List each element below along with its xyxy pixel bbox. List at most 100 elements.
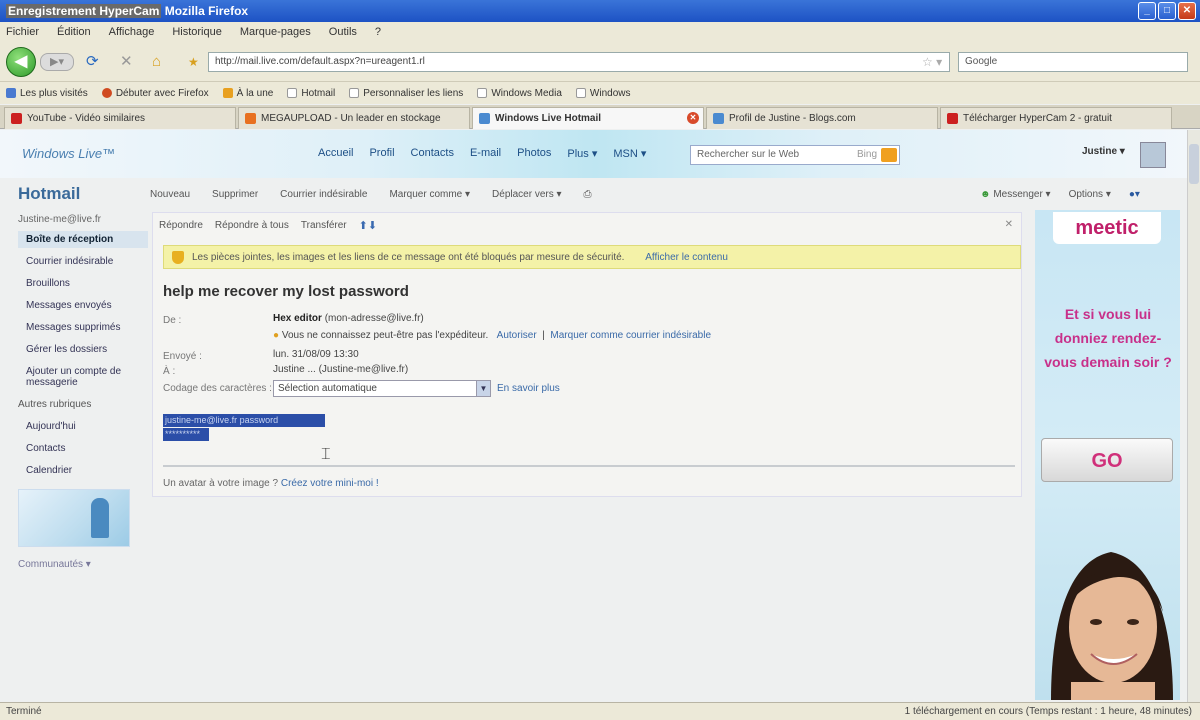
show-content-link[interactable]: Afficher le contenu xyxy=(645,252,728,263)
bookmark-item[interactable]: Windows xyxy=(575,87,630,99)
reload-icon[interactable]: ⟳ xyxy=(86,54,99,70)
bookmark-item[interactable]: Windows Media xyxy=(477,87,562,99)
allow-sender-link[interactable]: Autoriser xyxy=(497,330,537,341)
nav-more[interactable]: Plus ▾ xyxy=(567,147,597,160)
menu-help[interactable]: ? xyxy=(375,26,381,38)
download-status[interactable]: 1 téléchargement en cours (Temps restant… xyxy=(905,706,1192,717)
text-cursor-icon: ⌶ xyxy=(321,446,331,463)
search-icon[interactable] xyxy=(881,148,897,162)
tab-hotmail[interactable]: Windows Live Hotmail ✕ xyxy=(472,107,704,129)
folder-deleted[interactable]: Messages supprimés xyxy=(18,319,148,336)
folder-sent[interactable]: Messages envoyés xyxy=(18,297,148,314)
bookmark-item[interactable]: Les plus visités xyxy=(6,87,88,99)
home-icon[interactable]: ⌂ xyxy=(152,54,161,70)
tab-profile[interactable]: Profil de Justine - Blogs.com xyxy=(706,107,938,129)
tab-hypercam[interactable]: Télécharger HyperCam 2 - gratuit xyxy=(940,107,1172,129)
message-subject: help me recover my lost password xyxy=(163,283,409,300)
web-search-input[interactable]: Rechercher sur le Web Bing xyxy=(690,145,900,165)
sidebar-item-contacts[interactable]: Contacts xyxy=(18,440,148,457)
manage-folders-link[interactable]: Gérer les dossiers xyxy=(18,341,148,358)
add-account-link[interactable]: Ajouter un compte de messagerie xyxy=(18,363,148,391)
junk-button[interactable]: Courrier indésirable xyxy=(280,189,367,200)
stop-icon[interactable]: ✕ xyxy=(120,54,133,70)
promo-image[interactable] xyxy=(18,489,130,547)
new-button[interactable]: Nouveau xyxy=(150,189,190,200)
warning-icon: ● xyxy=(273,330,280,341)
prev-next-icon[interactable]: ⬆⬇ xyxy=(359,219,377,232)
avatar[interactable] xyxy=(1140,142,1166,168)
nav-profile[interactable]: Profil xyxy=(369,147,394,160)
forward-icon[interactable]: ▶▾ xyxy=(40,53,74,71)
mark-as-button[interactable]: Marquer comme ▾ xyxy=(389,189,470,200)
encoding-select[interactable]: Sélection automatique ▼ xyxy=(273,380,491,397)
folder-junk[interactable]: Courrier indésirable xyxy=(18,253,148,270)
to-label: À : xyxy=(163,366,176,377)
minimize-icon[interactable]: _ xyxy=(1138,2,1156,20)
vertical-scrollbar[interactable] xyxy=(1187,130,1200,702)
delete-button[interactable]: Supprimer xyxy=(212,189,258,200)
message-body-line[interactable]: justine-me@live.fr password xyxy=(163,414,325,427)
options-button[interactable]: Options ▾ xyxy=(1069,189,1111,200)
window-title: Enregistrement HyperCam Mozilla Firefox xyxy=(6,4,248,18)
scrollbar-thumb[interactable] xyxy=(1189,144,1199,184)
print-icon[interactable]: ⎙ xyxy=(584,189,592,200)
promo-figure xyxy=(91,498,109,538)
back-icon[interactable]: ◀ xyxy=(6,47,36,77)
create-avatar-link[interactable]: Créez votre mini-moi ! xyxy=(281,478,379,489)
bookmark-star-icon[interactable]: ☆ ▾ xyxy=(922,55,942,69)
windows-live-logo[interactable]: Windows Live™ xyxy=(22,146,115,161)
help-icon[interactable]: ●▾ xyxy=(1129,189,1140,200)
mark-junk-link[interactable]: Marquer comme courrier indésirable xyxy=(550,330,711,341)
folder-inbox[interactable]: Boîte de réception xyxy=(18,231,148,248)
tab-megaupload[interactable]: MEGAUPLOAD - Un leader en stockage xyxy=(238,107,470,129)
chevron-down-icon[interactable]: ▼ xyxy=(476,381,490,396)
user-menu[interactable]: Justine ▾ xyxy=(1080,142,1166,168)
sender: Hex editor (mon-adresse@live.fr) xyxy=(273,313,424,324)
close-tab-icon[interactable]: ✕ xyxy=(687,112,699,124)
folder-drafts[interactable]: Brouillons xyxy=(18,275,148,292)
encoding-label: Codage des caractères : xyxy=(163,383,272,394)
reply-all-button[interactable]: Répondre à tous xyxy=(215,220,289,231)
communities-link[interactable]: Communautés ▾ xyxy=(18,559,148,570)
sidebar-item-calendar[interactable]: Calendrier xyxy=(18,462,148,479)
menu-view[interactable]: Affichage xyxy=(109,26,155,38)
learn-more-link[interactable]: En savoir plus xyxy=(497,383,560,394)
forward-button[interactable]: Transférer xyxy=(301,220,347,231)
reply-button[interactable]: Répondre xyxy=(159,220,203,231)
close-message-icon[interactable]: ✕ xyxy=(1005,219,1013,230)
message-body-line[interactable]: ********** xyxy=(163,428,209,441)
move-to-button[interactable]: Déplacer vers ▾ xyxy=(492,189,562,200)
site-identity-icon[interactable]: ★ xyxy=(188,54,199,70)
account-name[interactable]: Justine-me@live.fr xyxy=(18,214,148,225)
menu-history[interactable]: Historique xyxy=(172,26,222,38)
maximize-icon[interactable]: □ xyxy=(1158,2,1176,20)
window-titlebar: Enregistrement HyperCam Mozilla Firefox … xyxy=(0,0,1200,22)
recipient: Justine ... (Justine-me@live.fr) xyxy=(273,364,409,375)
close-icon[interactable]: ✕ xyxy=(1178,2,1196,20)
tab-youtube[interactable]: YouTube - Vidéo similaires xyxy=(4,107,236,129)
bookmark-item[interactable]: Hotmail xyxy=(287,87,335,99)
message-footer: Un avatar à votre image ? Créez votre mi… xyxy=(163,478,379,489)
bookmark-item[interactable]: Personnaliser les liens xyxy=(349,87,463,99)
search-input[interactable]: Google xyxy=(958,52,1188,72)
menu-edit[interactable]: Édition xyxy=(57,26,91,38)
nav-photos[interactable]: Photos xyxy=(517,147,551,160)
nav-email[interactable]: E-mail xyxy=(470,147,501,160)
mail-toolbar: Nouveau Supprimer Courrier indésirable M… xyxy=(150,189,592,200)
ad-go-button[interactable]: GO xyxy=(1041,438,1173,482)
page-title: Hotmail xyxy=(18,184,81,203)
sidebar-item-today[interactable]: Aujourd'hui xyxy=(18,418,148,435)
ad-photo xyxy=(1051,552,1173,700)
menu-tools[interactable]: Outils xyxy=(329,26,357,38)
url-bar[interactable]: http://mail.live.com/default.aspx?n=urea… xyxy=(208,52,950,72)
advertisement[interactable]: meetic Et si vous lui donniez rendez-vou… xyxy=(1035,210,1180,700)
nav-contacts[interactable]: Contacts xyxy=(411,147,454,160)
nav-home[interactable]: Accueil xyxy=(318,147,353,160)
bookmark-item[interactable]: À la une xyxy=(222,87,273,99)
nav-msn[interactable]: MSN ▾ xyxy=(613,147,646,160)
bookmark-item[interactable]: Débuter avec Firefox xyxy=(101,87,209,99)
messenger-button[interactable]: ☻ Messenger ▾ xyxy=(980,189,1051,200)
shield-icon xyxy=(172,251,184,264)
menu-bookmarks[interactable]: Marque-pages xyxy=(240,26,311,38)
menu-file[interactable]: Fichier xyxy=(6,26,39,38)
